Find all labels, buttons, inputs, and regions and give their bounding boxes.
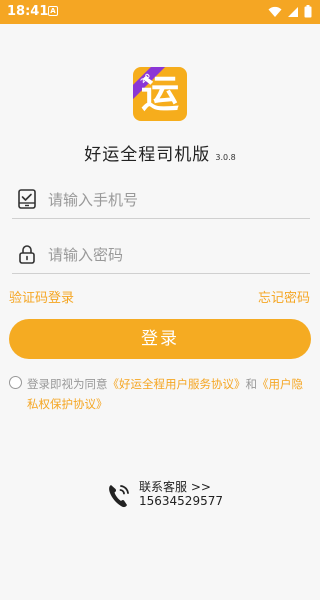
phone-input[interactable] xyxy=(48,186,303,214)
password-field-row xyxy=(12,237,310,274)
user-agreement-link[interactable]: 《好运全程用户服务协议》 xyxy=(108,377,246,391)
notification-icon: A xyxy=(48,6,58,16)
login-button[interactable]: 登录 xyxy=(9,319,311,359)
phone-field-row xyxy=(12,182,310,219)
agreement-radio[interactable] xyxy=(9,376,22,389)
status-bar: 18:41 A xyxy=(0,0,320,24)
status-time: 18:41 xyxy=(7,4,49,19)
app-name: 好运全程司机版 xyxy=(84,145,211,165)
sms-login-link[interactable]: 验证码登录 xyxy=(9,287,74,306)
status-icons xyxy=(268,5,312,18)
app-version: 3.0.8 xyxy=(215,153,236,162)
forgot-password-link[interactable]: 忘记密码 xyxy=(258,287,310,306)
battery-icon xyxy=(304,5,312,18)
signal-icon xyxy=(288,6,298,17)
app-logo: 2.0 运 xyxy=(133,67,187,121)
customer-service-phone: 15634529577 xyxy=(139,494,223,508)
agreement-prefix: 登录即视为同意 xyxy=(27,377,108,391)
agreement-text: 登录即视为同意《好运全程用户服务协议》和《用户隐私权保护协议》 xyxy=(27,374,311,414)
lock-icon xyxy=(19,245,35,264)
app-title: 好运全程司机版 3.0.8 xyxy=(0,140,320,165)
agreement-and: 和 xyxy=(245,377,258,391)
phone-card-icon xyxy=(18,189,36,209)
wifi-icon xyxy=(268,6,282,17)
password-input[interactable] xyxy=(48,241,303,269)
phone-icon xyxy=(109,485,129,508)
customer-service-label[interactable]: 联系客服 >> xyxy=(139,478,211,495)
logo-char: 运 xyxy=(140,72,179,116)
